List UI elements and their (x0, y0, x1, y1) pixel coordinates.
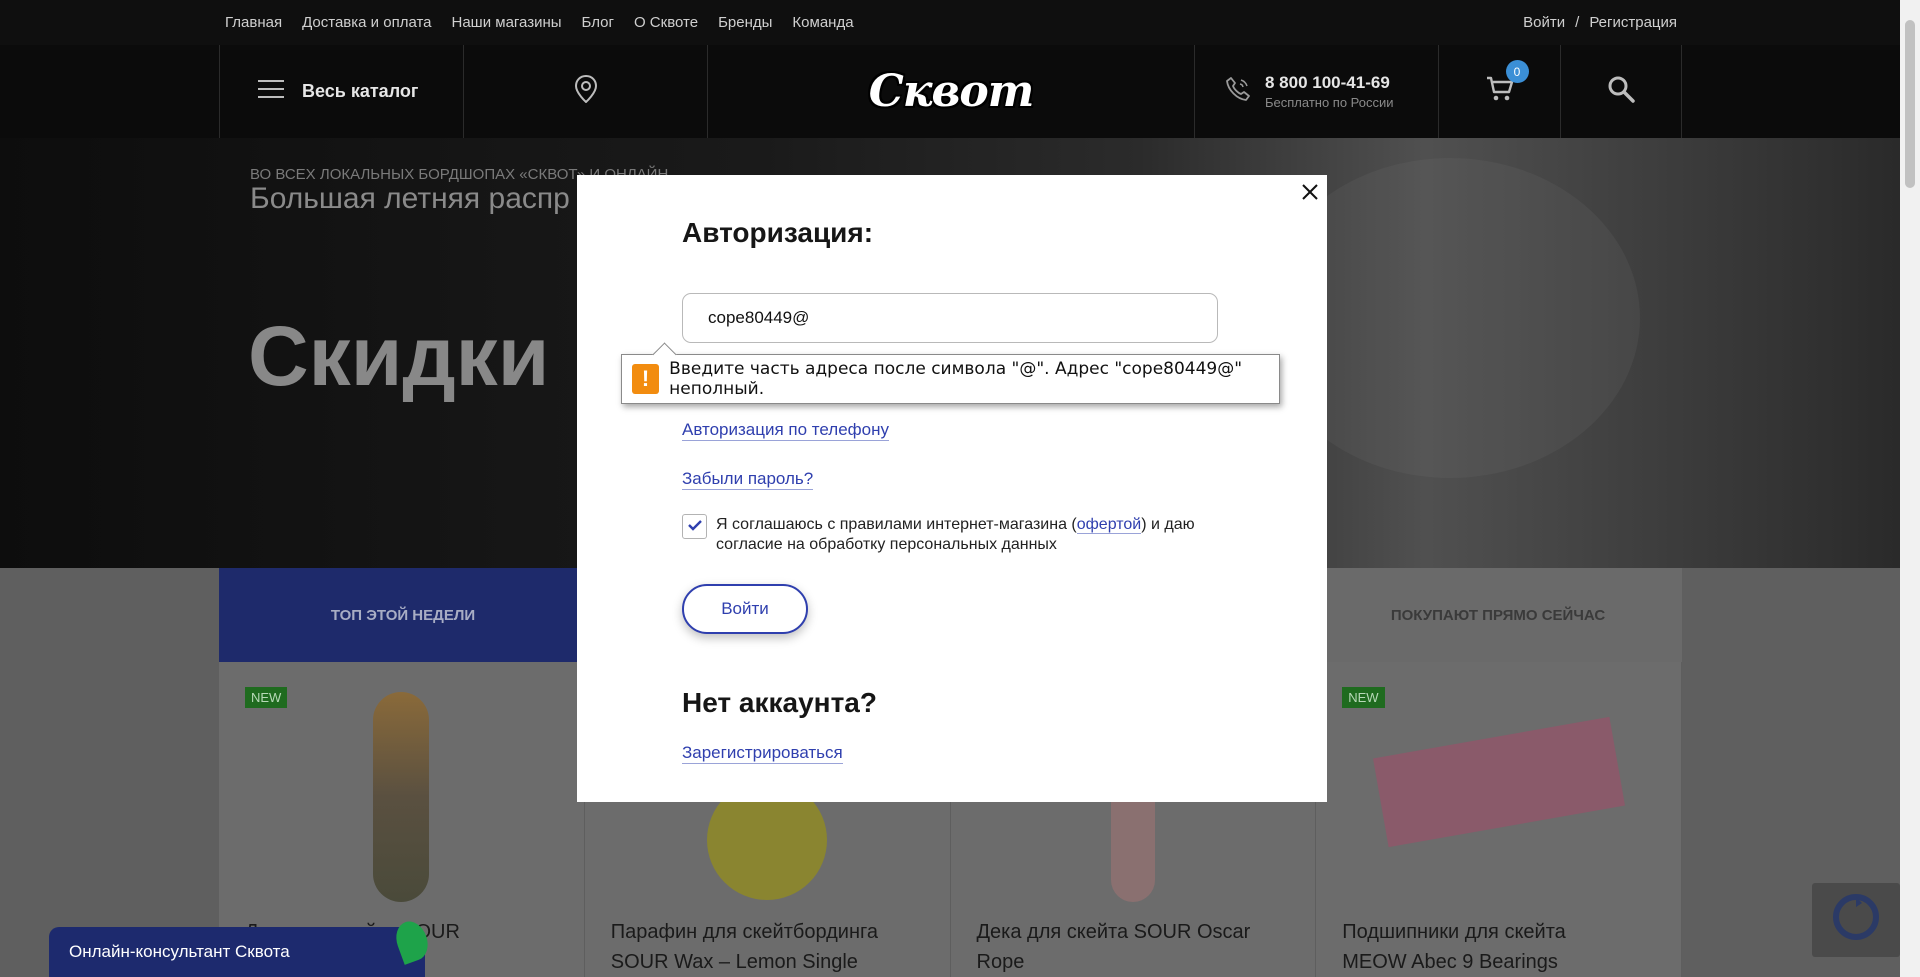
cart-button[interactable]: 0 (1438, 45, 1560, 138)
nav-link-home[interactable]: Главная (225, 14, 282, 31)
auth-separator: / (1575, 14, 1580, 31)
modal-title: Авторизация: (682, 217, 874, 248)
modal-close-button[interactable] (1297, 181, 1323, 207)
skateboard-deck-image (373, 692, 430, 902)
nav-link-stores[interactable]: Наши магазины (452, 14, 562, 31)
checkmark-icon (687, 518, 702, 536)
product-name[interactable]: Парафин для скейтбординга SOUR Wax – Lem… (611, 917, 901, 977)
login-button[interactable]: Войти (682, 584, 808, 634)
phone-text: 8 800 100-41-69 Бесплатно по России (1265, 73, 1394, 110)
hero-title: Большая летняя распр (250, 182, 570, 215)
hero-big-text: Скидки (248, 309, 550, 403)
page-scrollbar[interactable] (1900, 0, 1920, 977)
validation-tooltip: ! Введите часть адреса после символа "@"… (621, 354, 1280, 404)
top-navigation: Главная Доставка и оплата Наши магазины … (225, 0, 854, 45)
logo-text: Сквот (868, 66, 1035, 117)
phone-auth-link[interactable]: Авторизация по телефону (682, 420, 889, 441)
product-card[interactable]: NEW Подшипники для скейта MEOW Abec 9 Be… (1316, 662, 1682, 977)
nav-link-delivery[interactable]: Доставка и оплата (302, 14, 431, 31)
nav-link-brands[interactable]: Бренды (718, 14, 772, 31)
online-consultant-widget[interactable]: Онлайн-консультант Сквота (49, 917, 433, 977)
location-pin-icon (574, 74, 597, 108)
new-badge: NEW (1342, 687, 1385, 708)
search-icon (1607, 75, 1635, 108)
login-link[interactable]: Войти (1523, 14, 1565, 31)
new-badge: NEW (245, 687, 288, 708)
product-name[interactable]: Подшипники для скейта MEOW Abec 9 Bearin… (1342, 917, 1632, 977)
agreement-prefix: Я соглашаюсь с правилами интернет-магази… (716, 516, 1077, 533)
phone-icon (1225, 76, 1251, 107)
logo[interactable]: Сквот (707, 45, 1194, 138)
close-icon (1302, 183, 1318, 205)
cart-wrap: 0 (1486, 60, 1529, 107)
bearings-image (1372, 716, 1625, 848)
top-bar: Главная Доставка и оплата Наши магазины … (0, 0, 1900, 45)
catalog-label: Весь каталог (302, 81, 419, 101)
agreement-checkbox[interactable] (682, 514, 707, 539)
forgot-password-link[interactable]: Забыли пароль? (682, 469, 814, 490)
recaptcha-icon (1812, 894, 1900, 961)
nav-link-about[interactable]: О Сквоте (634, 14, 698, 31)
email-input[interactable] (682, 293, 1218, 343)
phone-note: Бесплатно по России (1265, 95, 1394, 110)
auth-modal: Авторизация: Авторизация по телефону Заб… (577, 175, 1327, 802)
tab-top-week[interactable]: ТОП ЭТОЙ НЕДЕЛИ (219, 568, 587, 662)
offer-link[interactable]: офертой (1076, 516, 1142, 534)
register-button[interactable]: Зарегистрироваться (682, 743, 843, 764)
chat-label: Онлайн-консультант Сквота (69, 942, 290, 961)
search-button[interactable] (1560, 45, 1682, 138)
catalog-menu-button[interactable]: Весь каталог (219, 45, 463, 138)
phone-number[interactable]: 8 800 100-41-69 (1265, 73, 1394, 93)
tab-buying-now[interactable]: ПОКУПАЮТ ПРЯМО СЕЙЧАС (1314, 568, 1682, 662)
agreement-text: Я соглашаюсь с правилами интернет-магази… (716, 515, 1222, 555)
register-link[interactable]: Регистрация (1589, 14, 1677, 31)
validation-message: Введите часть адреса после символа "@". … (669, 359, 1243, 399)
recaptcha-badge[interactable] (1812, 883, 1900, 957)
phone-block[interactable]: 8 800 100-41-69 Бесплатно по России (1194, 45, 1438, 138)
cart-icon (1486, 76, 1514, 106)
site-header: Весь каталог Сквот 8 800 100-41-69 Беспл… (0, 45, 1900, 138)
warning-icon: ! (632, 364, 660, 394)
nav-link-blog[interactable]: Блог (582, 14, 614, 31)
auth-links: Войти / Регистрация (1523, 0, 1677, 45)
product-name[interactable]: Дека для скейта SOUR Oscar Rope (977, 917, 1267, 977)
cart-count-badge: 0 (1505, 60, 1529, 83)
store-location-button[interactable] (463, 45, 707, 138)
hamburger-icon (258, 79, 284, 104)
scrollbar-thumb[interactable] (1905, 20, 1915, 188)
agreement-row: Я соглашаюсь с правилами интернет-магази… (682, 514, 1222, 555)
no-account-title: Нет аккаунта? (682, 687, 877, 718)
nav-link-team[interactable]: Команда (792, 14, 853, 31)
